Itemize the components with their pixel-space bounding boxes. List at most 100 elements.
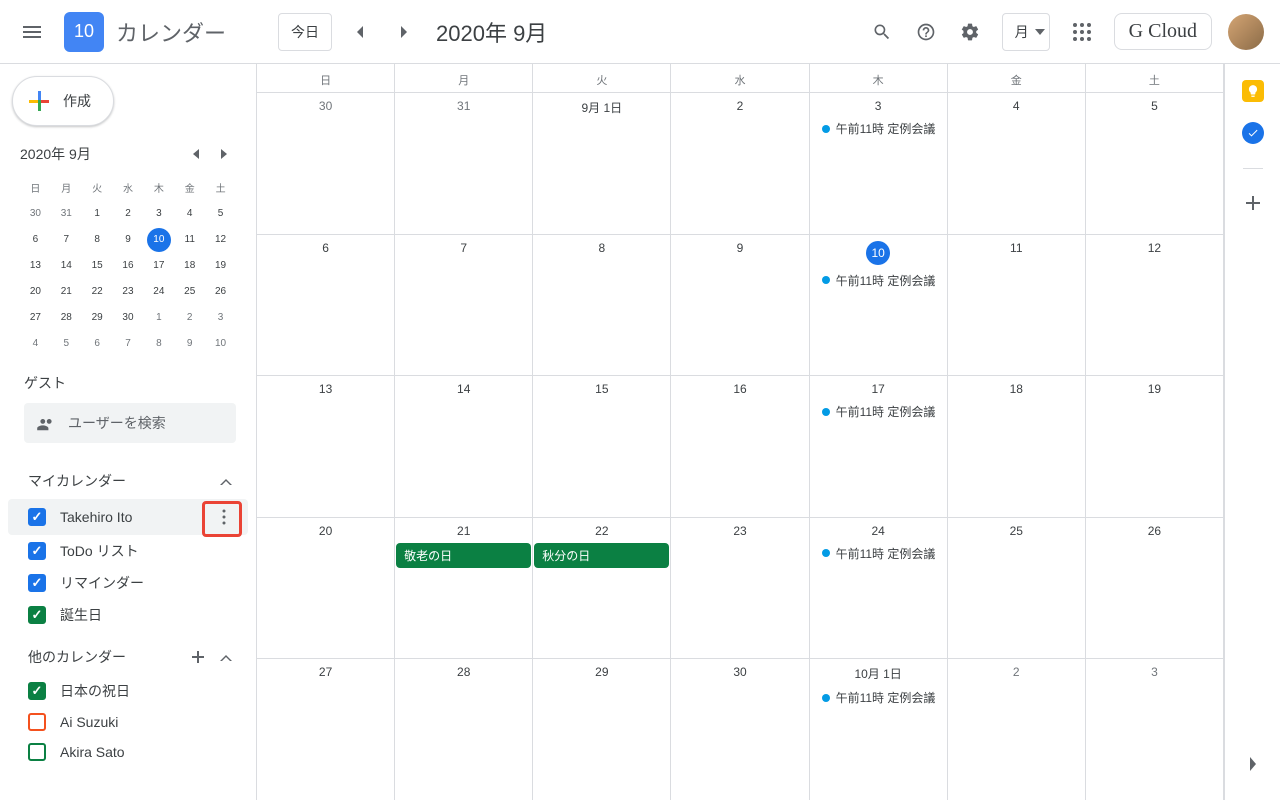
mini-day[interactable]: 3 bbox=[209, 306, 233, 330]
mini-day[interactable]: 14 bbox=[54, 254, 78, 278]
mini-day[interactable]: 25 bbox=[178, 280, 202, 304]
calendar-event[interactable]: 午前11時 定例会議 bbox=[814, 270, 943, 291]
mini-day[interactable]: 8 bbox=[147, 332, 171, 356]
day-cell[interactable]: 9 bbox=[671, 235, 809, 376]
day-cell[interactable]: 5 bbox=[1086, 93, 1224, 234]
calendar-checkbox[interactable] bbox=[28, 743, 46, 761]
mini-day[interactable]: 5 bbox=[209, 202, 233, 226]
mini-day[interactable]: 15 bbox=[85, 254, 109, 278]
calendar-item[interactable]: リマインダー bbox=[8, 567, 248, 599]
today-button[interactable]: 今日 bbox=[278, 13, 332, 51]
calendar-event[interactable]: 午前11時 定例会議 bbox=[814, 401, 943, 422]
panel-expand-button[interactable] bbox=[1233, 744, 1273, 784]
my-calendars-header[interactable]: マイカレンダー bbox=[8, 463, 248, 499]
create-button[interactable]: 作成 bbox=[12, 76, 114, 126]
day-cell[interactable]: 29 bbox=[533, 659, 671, 800]
mini-day[interactable]: 11 bbox=[178, 228, 202, 252]
view-selector[interactable]: 月 bbox=[1002, 13, 1050, 51]
mini-day[interactable]: 20 bbox=[23, 280, 47, 304]
mini-day[interactable]: 17 bbox=[147, 254, 171, 278]
day-cell[interactable]: 11 bbox=[948, 235, 1086, 376]
search-button[interactable] bbox=[862, 12, 902, 52]
mini-day[interactable]: 9 bbox=[116, 228, 140, 252]
calendar-more-button[interactable] bbox=[212, 505, 236, 529]
day-cell[interactable]: 8 bbox=[533, 235, 671, 376]
day-cell[interactable]: 10午前11時 定例会議 bbox=[810, 235, 948, 376]
mini-day[interactable]: 24 bbox=[147, 280, 171, 304]
calendar-checkbox[interactable] bbox=[28, 606, 46, 624]
mini-day[interactable]: 19 bbox=[209, 254, 233, 278]
calendar-event[interactable]: 午前11時 定例会議 bbox=[814, 687, 943, 708]
day-cell[interactable]: 3午前11時 定例会議 bbox=[810, 93, 948, 234]
mini-day[interactable]: 9 bbox=[178, 332, 202, 356]
mini-day[interactable]: 1 bbox=[85, 202, 109, 226]
day-cell[interactable]: 22秋分の日 bbox=[533, 518, 671, 659]
day-cell[interactable]: 17午前11時 定例会議 bbox=[810, 376, 948, 517]
mini-day[interactable]: 3 bbox=[147, 202, 171, 226]
calendar-event[interactable]: 秋分の日 bbox=[534, 543, 669, 568]
mini-day[interactable]: 26 bbox=[209, 280, 233, 304]
search-users-input[interactable]: ユーザーを検索 bbox=[24, 403, 236, 443]
day-cell[interactable]: 2 bbox=[671, 93, 809, 234]
mini-day[interactable]: 2 bbox=[116, 202, 140, 226]
mini-day[interactable]: 27 bbox=[23, 306, 47, 330]
day-cell[interactable]: 30 bbox=[257, 93, 395, 234]
keep-icon[interactable] bbox=[1242, 80, 1264, 102]
day-cell[interactable]: 7 bbox=[395, 235, 533, 376]
mini-day[interactable]: 6 bbox=[85, 332, 109, 356]
day-cell[interactable]: 3 bbox=[1086, 659, 1224, 800]
calendar-checkbox[interactable] bbox=[28, 508, 46, 526]
mini-day[interactable]: 5 bbox=[54, 332, 78, 356]
day-cell[interactable]: 12 bbox=[1086, 235, 1224, 376]
mini-day[interactable]: 7 bbox=[116, 332, 140, 356]
day-cell[interactable]: 9月 1日 bbox=[533, 93, 671, 234]
day-cell[interactable]: 4 bbox=[948, 93, 1086, 234]
day-cell[interactable]: 24午前11時 定例会議 bbox=[810, 518, 948, 659]
day-cell[interactable]: 13 bbox=[257, 376, 395, 517]
menu-button[interactable] bbox=[8, 8, 56, 56]
day-cell[interactable]: 25 bbox=[948, 518, 1086, 659]
day-cell[interactable]: 18 bbox=[948, 376, 1086, 517]
other-calendars-header[interactable]: 他のカレンダー bbox=[8, 639, 248, 675]
mini-day[interactable]: 6 bbox=[23, 228, 47, 252]
calendar-checkbox[interactable] bbox=[28, 542, 46, 560]
help-button[interactable] bbox=[906, 12, 946, 52]
add-calendar-button[interactable] bbox=[188, 647, 208, 667]
mini-day[interactable]: 8 bbox=[85, 228, 109, 252]
calendar-checkbox[interactable] bbox=[28, 574, 46, 592]
user-avatar[interactable] bbox=[1228, 14, 1264, 50]
mini-day[interactable]: 28 bbox=[54, 306, 78, 330]
day-cell[interactable]: 23 bbox=[671, 518, 809, 659]
day-cell[interactable]: 2 bbox=[948, 659, 1086, 800]
calendar-item[interactable]: Takehiro Ito bbox=[8, 499, 248, 535]
mini-day[interactable]: 31 bbox=[54, 202, 78, 226]
mini-day[interactable]: 4 bbox=[178, 202, 202, 226]
panel-add-button[interactable] bbox=[1243, 193, 1263, 216]
mini-day[interactable]: 16 bbox=[116, 254, 140, 278]
mini-next-button[interactable] bbox=[212, 142, 236, 166]
mini-day[interactable]: 30 bbox=[23, 202, 47, 226]
google-apps-button[interactable] bbox=[1062, 12, 1102, 52]
calendar-item[interactable]: ToDo リスト bbox=[8, 535, 248, 567]
day-cell[interactable]: 14 bbox=[395, 376, 533, 517]
calendar-event[interactable]: 午前11時 定例会議 bbox=[814, 543, 943, 564]
calendar-item[interactable]: Akira Sato bbox=[8, 737, 248, 767]
mini-day[interactable]: 13 bbox=[23, 254, 47, 278]
day-cell[interactable]: 31 bbox=[395, 93, 533, 234]
day-cell[interactable]: 21敬老の日 bbox=[395, 518, 533, 659]
mini-day[interactable]: 10 bbox=[209, 332, 233, 356]
calendar-event[interactable]: 敬老の日 bbox=[396, 543, 531, 568]
mini-day[interactable]: 22 bbox=[85, 280, 109, 304]
mini-day[interactable]: 30 bbox=[116, 306, 140, 330]
tasks-icon[interactable] bbox=[1242, 122, 1264, 144]
settings-button[interactable] bbox=[950, 12, 990, 52]
next-month-button[interactable] bbox=[388, 16, 420, 48]
mini-day[interactable]: 2 bbox=[178, 306, 202, 330]
day-cell[interactable]: 30 bbox=[671, 659, 809, 800]
mini-day[interactable]: 29 bbox=[85, 306, 109, 330]
mini-day[interactable]: 4 bbox=[23, 332, 47, 356]
day-cell[interactable]: 20 bbox=[257, 518, 395, 659]
mini-day[interactable]: 7 bbox=[54, 228, 78, 252]
calendar-checkbox[interactable] bbox=[28, 713, 46, 731]
mini-day[interactable]: 18 bbox=[178, 254, 202, 278]
